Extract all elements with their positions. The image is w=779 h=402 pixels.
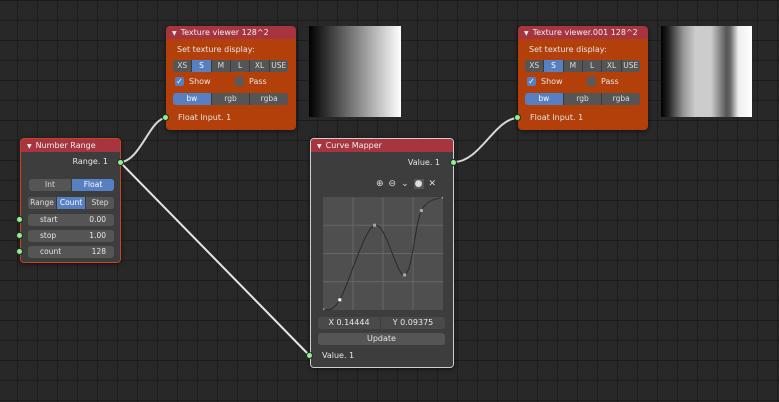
input-label: Float Input. 1 (530, 113, 584, 122)
mode-selector[interactable]: Range Count Step (28, 197, 114, 209)
input-label: Float Input. 1 (178, 113, 232, 122)
show-checkbox[interactable]: ✓ (527, 77, 536, 86)
texture-viewer-node-001[interactable]: ▼ Texture viewer.001 128^2 Set texture di… (514, 26, 648, 130)
set-display-label: Set texture display: (529, 45, 607, 54)
size-use-button[interactable]: USE (270, 60, 288, 72)
node-header[interactable]: ▼ Texture viewer.001 128^2 (518, 26, 648, 39)
collapse-icon[interactable]: ▼ (317, 143, 322, 150)
size-selector[interactable]: XS S M L XL USE (525, 60, 640, 72)
update-button[interactable]: Update (318, 333, 445, 345)
link-range-to-curve (119, 161, 311, 357)
field-label: count (40, 247, 62, 256)
show-checkbox[interactable]: ✓ (175, 77, 184, 86)
field-value: 0.00 (89, 215, 106, 224)
texture-preview-001 (661, 26, 752, 117)
node-header[interactable]: ▼ Number Range (21, 139, 120, 152)
input-label: Value. 1 (322, 351, 355, 360)
output-label: Range. 1 (72, 157, 108, 166)
mode-rgba-button[interactable]: rgba (602, 93, 640, 105)
type-int-button[interactable]: Int (29, 179, 72, 191)
number-range-node[interactable]: ▼ Number Range Range. 1 Int Float Range C… (20, 138, 121, 263)
node-title: Texture viewer.001 128^2 (532, 28, 638, 37)
color-mode-selector[interactable]: bw rgb rgba (173, 93, 288, 105)
start-input-socket[interactable] (16, 216, 23, 223)
stop-field[interactable]: stop 1.00 (28, 230, 114, 242)
node-header[interactable]: ▼ Texture viewer 128^2 (166, 26, 296, 39)
count-input-socket[interactable] (16, 248, 23, 255)
curve-mapper-node[interactable]: ▼ Curve Mapper Value. 1 ⊕ ⊖ ⌄ ● ✕ X 0.144… (310, 138, 454, 368)
mode-range-button[interactable]: Range (28, 197, 57, 209)
show-label: Show (541, 77, 563, 86)
curve-point[interactable] (441, 197, 444, 199)
node-title: Texture viewer 128^2 (180, 28, 269, 37)
stop-input-socket[interactable] (16, 232, 23, 239)
field-value: 1.00 (89, 231, 106, 240)
pass-checkbox[interactable] (235, 77, 244, 86)
curve-output-socket[interactable] (450, 159, 457, 166)
size-l-button[interactable]: L (583, 60, 603, 72)
curve-point[interactable] (419, 209, 423, 213)
curve-point[interactable] (338, 298, 342, 302)
type-float-button[interactable]: Float (72, 179, 114, 191)
collapse-icon[interactable]: ▼ (172, 30, 177, 37)
set-display-label: Set texture display: (177, 45, 255, 54)
pass-label: Pass (601, 77, 619, 86)
size-s-button[interactable]: S (192, 60, 212, 72)
range-output-socket[interactable] (117, 159, 124, 166)
show-label: Show (189, 77, 211, 86)
close-icon[interactable]: ✕ (429, 179, 437, 189)
size-xs-button[interactable]: XS (525, 60, 545, 72)
mode-bw-button[interactable]: bw (525, 93, 564, 105)
pass-label: Pass (249, 77, 267, 86)
node-title: Number Range (35, 141, 96, 150)
type-selector[interactable]: Int Float (29, 179, 114, 191)
texture-preview (309, 26, 401, 117)
link-curve-to-viewer2 (453, 117, 519, 163)
size-use-button[interactable]: USE (622, 60, 640, 72)
collapse-icon[interactable]: ▼ (27, 143, 32, 150)
mode-rgb-button[interactable]: rgb (212, 93, 251, 105)
field-label: stop (40, 231, 57, 240)
curve-input-socket[interactable] (306, 352, 313, 359)
zoom-out-icon[interactable]: ⊖ (389, 179, 397, 189)
pass-checkbox[interactable] (587, 77, 596, 86)
color-mode-selector[interactable]: bw rgb rgba (525, 93, 640, 105)
start-field[interactable]: start 0.00 (28, 214, 114, 226)
size-selector[interactable]: XS S M L XL USE (173, 60, 288, 72)
mode-count-button[interactable]: Count (57, 197, 86, 209)
zoom-in-icon[interactable]: ⊕ (376, 179, 384, 189)
y-readout[interactable]: Y 0.09375 (381, 317, 445, 329)
size-xl-button[interactable]: XL (602, 60, 622, 72)
size-xs-button[interactable]: XS (173, 60, 193, 72)
x-readout[interactable]: X 0.14444 (318, 317, 380, 329)
field-label: start (40, 215, 58, 224)
node-header[interactable]: ▼ Curve Mapper (311, 139, 453, 152)
float-input-socket[interactable] (514, 114, 521, 121)
size-xl-button[interactable]: XL (250, 60, 270, 72)
count-field[interactable]: count 128 (28, 246, 114, 258)
size-m-button[interactable]: M (212, 60, 231, 72)
link-range-to-viewer (119, 117, 167, 163)
float-input-socket[interactable] (162, 114, 169, 121)
mode-step-button[interactable]: Step (86, 197, 114, 209)
clipping-icon[interactable]: ● (413, 179, 424, 189)
mode-rgba-button[interactable]: rgba (250, 93, 288, 105)
collapse-icon[interactable]: ▼ (524, 30, 529, 37)
output-label: Value. 1 (407, 158, 440, 167)
size-s-button[interactable]: S (544, 60, 564, 72)
chevron-down-icon[interactable]: ⌄ (401, 179, 409, 189)
node-title: Curve Mapper (325, 141, 382, 150)
curve-point[interactable] (373, 223, 377, 227)
curve-graph[interactable] (323, 197, 443, 310)
field-value: 128 (91, 247, 106, 256)
curve-point[interactable] (403, 273, 407, 277)
mode-rgb-button[interactable]: rgb (564, 93, 603, 105)
curve-point[interactable] (323, 308, 325, 311)
size-l-button[interactable]: L (231, 60, 251, 72)
size-m-button[interactable]: M (564, 60, 583, 72)
texture-viewer-node[interactable]: ▼ Texture viewer 128^2 Set texture displa… (162, 26, 296, 130)
mode-bw-button[interactable]: bw (173, 93, 212, 105)
